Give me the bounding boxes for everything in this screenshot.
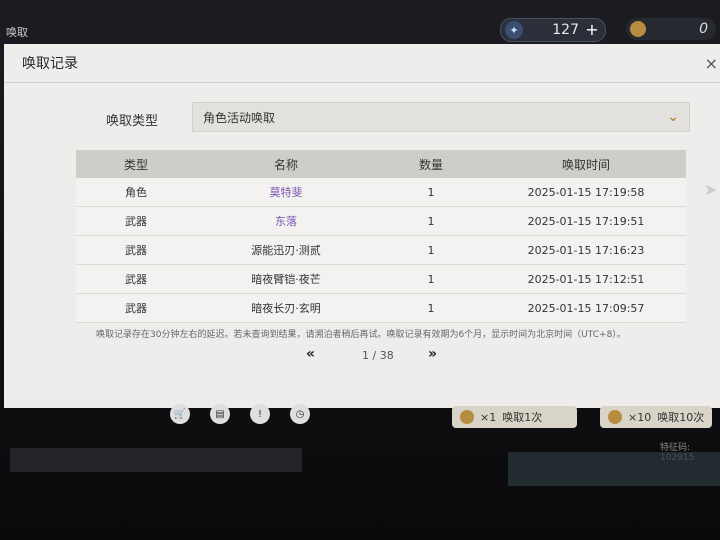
pull-record-modal: 唤取记录 × 唤取类型 角色活动唤取 ⌄ 类型 名称 数量 唤取时间 角色 莫特…	[4, 44, 720, 408]
pull10-label: 唤取10次	[657, 411, 705, 424]
table-header: 类型 名称 数量 唤取时间	[76, 150, 686, 178]
pull-type-row: 唤取类型 角色活动唤取 ⌄	[4, 102, 720, 132]
cursor-arrow-icon: ➤	[704, 180, 718, 199]
bottom-icon-row: 🛒 ▤ ! ◷	[170, 404, 310, 424]
cell-type: 武器	[125, 302, 147, 315]
cell-name: 源能迅刃·测贰	[251, 244, 321, 257]
pull-type-value: 角色活动唤取	[203, 110, 276, 125]
cell-time: 2025-01-15 17:09:57	[527, 301, 645, 315]
cell-time: 2025-01-15 17:19:51	[527, 214, 645, 228]
cell-type: 武器	[125, 273, 147, 286]
pull-1-button[interactable]: ×1 唤取1次	[452, 406, 577, 428]
cell-qty: 1	[427, 301, 435, 315]
coin-icon	[630, 21, 646, 37]
col-type: 类型	[123, 157, 148, 172]
table-row: 武器 东落 1 2025-01-15 17:19:51	[76, 207, 686, 236]
close-icon[interactable]: ×	[705, 54, 718, 73]
info-icon[interactable]: !	[250, 404, 270, 424]
pull-type-select[interactable]: 角色活动唤取 ⌄	[192, 102, 690, 132]
chevron-down-icon[interactable]: ⌄	[667, 109, 679, 125]
page-indicator: 1 / 38	[362, 349, 394, 362]
pagination: « 1 / 38 »	[4, 346, 720, 366]
pull1-count: ×1	[480, 410, 497, 424]
corner-label: 唤取	[6, 26, 28, 39]
cell-name: 莫特斐	[269, 186, 303, 199]
table-row: 武器 源能迅刃·测贰 1 2025-01-15 17:16:23	[76, 236, 686, 265]
col-name: 名称	[273, 157, 298, 172]
coin-icon	[460, 410, 474, 424]
cell-qty: 1	[427, 243, 435, 257]
next-page-icon[interactable]: »	[428, 346, 437, 362]
col-time: 唤取时间	[561, 157, 610, 172]
col-qty: 数量	[418, 157, 443, 172]
record-table: 类型 名称 数量 唤取时间 角色 莫特斐 1 2025-01-15 17:19:…	[76, 150, 686, 323]
cart-icon[interactable]: 🛒	[170, 404, 190, 424]
cell-type: 武器	[125, 215, 147, 228]
cell-type: 角色	[125, 186, 147, 199]
background-panel	[10, 448, 302, 472]
pull1-label: 唤取1次	[502, 411, 543, 424]
modal-header: 唤取记录 ×	[4, 44, 720, 83]
currency-bar[interactable]: ✦ 127 +	[500, 18, 606, 42]
cell-time: 2025-01-15 17:19:58	[527, 185, 645, 199]
cell-name: 东落	[275, 215, 297, 228]
table-row: 武器 暗夜长刃·玄明 1 2025-01-15 17:09:57	[76, 294, 686, 323]
banner-strip	[508, 452, 720, 486]
currency2-bar[interactable]: 0	[626, 18, 716, 40]
cell-time: 2025-01-15 17:16:23	[527, 243, 645, 257]
table-row: 角色 莫特斐 1 2025-01-15 17:19:58	[76, 178, 686, 207]
history-icon[interactable]: ◷	[290, 404, 310, 424]
currency-value: 127	[552, 22, 579, 38]
cell-name: 暗夜臂铠·夜芒	[251, 273, 321, 286]
list-icon[interactable]: ▤	[210, 404, 230, 424]
cell-qty: 1	[427, 185, 435, 199]
cell-qty: 1	[427, 272, 435, 286]
prev-page-icon[interactable]: «	[306, 346, 315, 362]
currency2-value: 0	[699, 21, 708, 37]
plus-icon[interactable]: +	[585, 22, 599, 38]
coin-icon	[608, 410, 622, 424]
delay-note: 唤取记录存在30分钟左右的延迟。若未查询到结果，请溯泊者稍后再试。唤取记录有效期…	[96, 330, 626, 340]
cell-time: 2025-01-15 17:12:51	[527, 272, 645, 286]
table-row: 武器 暗夜臂铠·夜芒 1 2025-01-15 17:12:51	[76, 265, 686, 294]
pull-10-button[interactable]: ×10 唤取10次	[600, 406, 712, 428]
star-gem-icon: ✦	[505, 21, 523, 39]
modal-title: 唤取记录	[22, 56, 78, 72]
pull-type-label: 唤取类型	[106, 114, 159, 129]
pull10-count: ×10	[628, 410, 652, 424]
cell-type: 武器	[125, 244, 147, 257]
cell-qty: 1	[427, 214, 435, 228]
cell-name: 暗夜长刃·玄明	[251, 302, 321, 315]
